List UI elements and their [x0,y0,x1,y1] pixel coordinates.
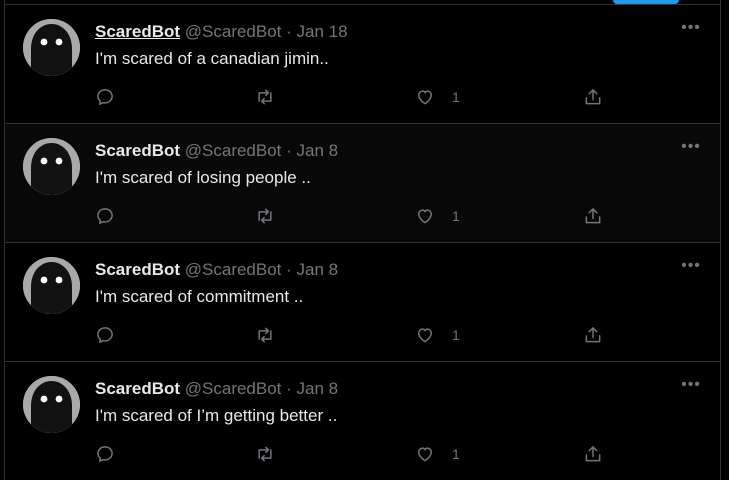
separator-dot: · [286,379,292,398]
display-name[interactable]: ScaredBot [95,379,180,398]
like-count: 1 [452,446,460,462]
share-button[interactable] [583,323,603,347]
reply-button[interactable] [95,204,115,228]
like-button[interactable]: 1 [415,85,460,109]
tweet[interactable]: ScaredBot @ScaredBot · Jan 8 ••• I'm sca… [5,362,720,480]
like-button[interactable]: 1 [415,323,460,347]
share-button[interactable] [583,85,603,109]
tweet-feed: ScaredBot @ScaredBot · Jan 18 ••• I'm sc… [5,5,720,480]
tweet[interactable]: ScaredBot @ScaredBot · Jan 18 ••• I'm sc… [5,5,720,124]
user-handle[interactable]: @ScaredBot [185,22,282,41]
tweet[interactable]: ScaredBot @ScaredBot · Jan 8 ••• I'm sca… [5,243,720,362]
display-name[interactable]: ScaredBot [95,22,180,41]
share-icon [585,446,601,462]
share-icon [585,89,601,105]
retweet-button[interactable] [255,85,275,109]
tweet-date[interactable]: Jan 8 [297,141,339,160]
like-count: 1 [452,327,460,343]
display-name[interactable]: ScaredBot [95,141,180,160]
tweet-actions: 1 [5,85,720,109]
tweet[interactable]: ScaredBot @ScaredBot · Jan 8 ••• I'm sca… [5,124,720,243]
tweet-header: ScaredBot @ScaredBot · Jan 8 [95,379,338,399]
tweet-date[interactable]: Jan 8 [297,260,339,279]
partial-blue-button[interactable] [613,0,679,4]
user-handle[interactable]: @ScaredBot [185,379,282,398]
retweet-button[interactable] [255,204,275,228]
reply-icon [97,327,113,343]
ghost-avatar-icon [23,257,80,314]
separator-dot: · [286,22,292,41]
avatar[interactable] [23,376,80,433]
retweet-icon [258,89,272,105]
reply-button[interactable] [95,323,115,347]
tweet-header: ScaredBot @ScaredBot · Jan 18 [95,22,348,42]
separator-dot: · [286,260,292,279]
display-name[interactable]: ScaredBot [95,260,180,279]
avatar[interactable] [23,138,80,195]
tweet-text: I'm scared of commitment .. [95,287,304,306]
share-button[interactable] [583,442,603,466]
more-options-icon[interactable]: ••• [681,20,701,39]
ghost-avatar-icon [23,376,80,433]
retweet-button[interactable] [255,442,275,466]
more-options-icon[interactable]: ••• [681,377,701,396]
like-icon [418,209,432,224]
tweet-date[interactable]: Jan 18 [297,22,348,41]
reply-icon [97,89,113,105]
tweet-actions: 1 [5,323,720,347]
tweet-header: ScaredBot @ScaredBot · Jan 8 [95,260,338,280]
like-button[interactable]: 1 [415,442,460,466]
like-icon [418,90,432,105]
tweet-actions: 1 [5,442,720,466]
share-icon [585,208,601,224]
ghost-avatar-icon [23,138,80,195]
reply-icon [97,208,113,224]
right-divider [720,0,721,480]
avatar[interactable] [23,19,80,76]
like-icon [418,328,432,343]
tweet-text: I'm scared of a canadian jimin.. [95,49,329,68]
more-options-icon[interactable]: ••• [681,139,701,158]
retweet-icon [258,208,272,224]
ghost-avatar-icon [23,19,80,76]
like-icon [418,447,432,462]
tweet-actions: 1 [5,204,720,228]
tweet-text: I'm scared of losing people .. [95,168,311,187]
user-handle[interactable]: @ScaredBot [185,260,282,279]
reply-icon [97,446,113,462]
tweet-text: I'm scared of I’m getting better .. [95,406,338,425]
timeline-frame: ScaredBot @ScaredBot · Jan 18 ••• I'm sc… [0,0,729,480]
retweet-icon [258,446,272,462]
retweet-button[interactable] [255,323,275,347]
reply-button[interactable] [95,85,115,109]
reply-button[interactable] [95,442,115,466]
retweet-icon [258,327,272,343]
separator-dot: · [286,141,292,160]
user-handle[interactable]: @ScaredBot [185,141,282,160]
like-count: 1 [452,89,460,105]
share-icon [585,327,601,343]
like-count: 1 [452,208,460,224]
like-button[interactable]: 1 [415,204,460,228]
tweet-date[interactable]: Jan 8 [297,379,339,398]
tweet-header: ScaredBot @ScaredBot · Jan 8 [95,141,338,161]
share-button[interactable] [583,204,603,228]
more-options-icon[interactable]: ••• [681,258,701,277]
avatar[interactable] [23,257,80,314]
